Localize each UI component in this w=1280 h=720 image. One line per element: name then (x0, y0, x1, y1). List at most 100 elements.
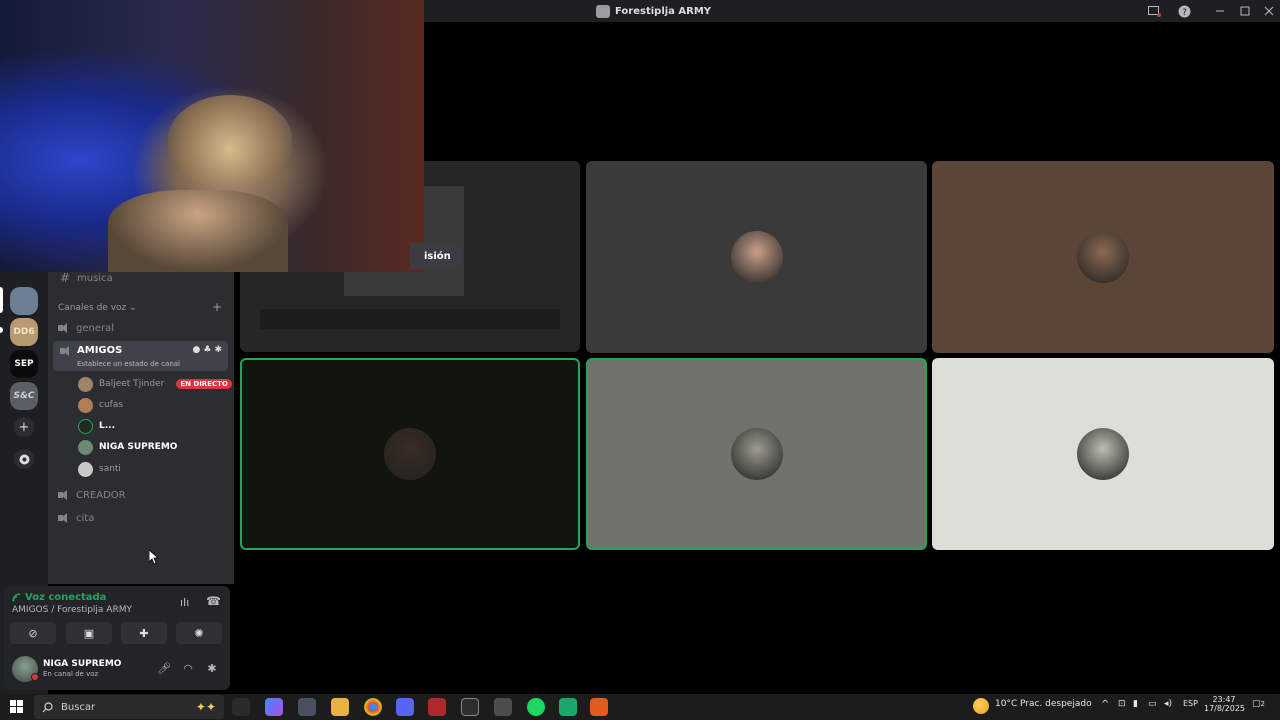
minimize-icon[interactable] (1212, 3, 1228, 19)
avatar (78, 418, 93, 434)
camera-off-icon: ⊘ (28, 626, 38, 640)
avatar (78, 397, 93, 413)
voice-panel: Voz conectada AMIGOS / Forestiplja ARMY … (4, 586, 230, 690)
avatar (1077, 428, 1129, 480)
server-icon-dd6[interactable]: DD6 (10, 318, 38, 346)
discover-icon[interactable] (14, 449, 34, 469)
chrome-icon[interactable] (364, 698, 382, 716)
signal-icon (12, 593, 21, 602)
server-logo-icon (596, 4, 610, 18)
search-highlight-icon: ✦✦ (195, 700, 216, 714)
volume-icon[interactable]: ◂) (1164, 699, 1172, 709)
capcut-active-icon[interactable] (590, 698, 608, 716)
notifications-icon[interactable]: ▢2 (1252, 699, 1265, 709)
noise-suppression-icon[interactable]: ıIı (180, 596, 189, 609)
server-icon-sep[interactable]: SEP (10, 350, 38, 378)
add-server-icon[interactable]: + (14, 417, 34, 437)
windows-start-icon[interactable] (10, 700, 23, 713)
language-indicator[interactable]: ESP (1183, 699, 1198, 708)
discord-icon[interactable] (396, 698, 414, 716)
spotify-icon[interactable] (527, 698, 545, 716)
webcam-subject (108, 190, 288, 272)
mouse-cursor-icon (149, 550, 159, 565)
voice-member[interactable]: NIGA SUPREMO (78, 438, 177, 456)
channel-general[interactable]: general (58, 318, 114, 338)
live-badge: EN DIRECTO (176, 379, 232, 389)
hash-icon: # (59, 271, 71, 285)
participant-tile[interactable] (932, 161, 1274, 353)
app-icon[interactable] (298, 698, 316, 716)
stream-preview (260, 309, 560, 329)
server-icon[interactable] (10, 287, 38, 315)
avatar (1077, 231, 1129, 283)
avatar (730, 428, 783, 480)
avatar (730, 231, 783, 283)
windows-taskbar: Buscar ✦✦ 10°C Prac. despejado ^ ⊡ ▮ ▭ ◂… (0, 694, 1280, 720)
avatar (384, 428, 436, 480)
screen-share-button[interactable]: ▣ (66, 622, 112, 644)
server-selected-indicator (0, 287, 3, 313)
gear-icon[interactable]: ✱ (214, 345, 222, 355)
webcam-overlay (0, 0, 424, 272)
clock-date: 17/8/2025 (1204, 704, 1246, 713)
voice-location[interactable]: AMIGOS / Forestiplja ARMY (12, 605, 132, 615)
invite-icon[interactable]: ♣ (203, 345, 211, 355)
close-icon[interactable] (1261, 3, 1277, 19)
soundboard-button[interactable]: ✺ (176, 622, 222, 644)
weather-desc[interactable]: Prac. despejado (1020, 699, 1092, 709)
inbox-icon[interactable] (1146, 3, 1162, 19)
file-explorer-icon[interactable] (331, 698, 349, 716)
channel-actions: ● ♣ ✱ (193, 345, 222, 355)
app-icon[interactable] (494, 698, 512, 716)
discord-window: Forestiplja ARMY ? DD6 SEP S&C + # music… (0, 0, 1280, 720)
clock-time: 23:47 (1212, 695, 1236, 704)
headphones-icon[interactable]: ◠ (180, 660, 196, 676)
taskbar-search[interactable]: Buscar ✦✦ (34, 695, 224, 719)
speaker-icon (58, 513, 70, 523)
task-view-icon[interactable] (232, 698, 250, 716)
camera-toggle-button[interactable]: ⊘ (10, 622, 56, 644)
add-channel-icon[interactable]: + (212, 300, 222, 314)
participant-tile-speaking[interactable] (240, 358, 580, 550)
activities-button[interactable]: ✚ (121, 622, 167, 644)
speaker-icon (60, 346, 72, 356)
channel-creador[interactable]: CREADOR (58, 485, 126, 505)
weather-icon[interactable] (973, 698, 989, 714)
participant-tile[interactable] (586, 161, 927, 353)
participant-tile-speaking[interactable] (586, 358, 927, 550)
disconnect-icon[interactable]: ☎ (206, 594, 221, 608)
channel-status-text[interactable]: Establece un estado de canal (77, 360, 180, 368)
voice-member[interactable]: cufas (78, 396, 123, 414)
server-unread-indicator (0, 327, 3, 333)
stream-label[interactable]: isión (410, 243, 463, 269)
speaker-icon (58, 490, 70, 500)
clock[interactable]: 23:47 17/8/2025 (1204, 695, 1246, 713)
chevron-up-icon[interactable]: ^ (1101, 699, 1109, 710)
maximize-icon[interactable] (1237, 3, 1253, 19)
voice-member[interactable]: Baljeet Tjinder EN DIRECTO (78, 375, 232, 393)
screen-share-icon: ▣ (83, 626, 95, 640)
capcut-icon[interactable] (461, 698, 479, 716)
server-icon-sc[interactable]: S&C (10, 382, 38, 410)
gear-icon[interactable]: ✱ (204, 660, 220, 676)
webcam-subject (168, 95, 292, 185)
microphone-icon[interactable]: 🎤︎ (156, 660, 172, 676)
app-icon[interactable] (559, 698, 577, 716)
microphone-icon[interactable]: ▮ (1133, 699, 1138, 709)
soundboard-icon: ✺ (194, 626, 204, 640)
weather-temp[interactable]: 10°C (995, 699, 1017, 709)
voice-category-header[interactable]: Canales de voz ⌄ (58, 303, 137, 313)
help-icon[interactable]: ? (1176, 3, 1192, 19)
voice-connected-status[interactable]: Voz conectada (12, 592, 106, 603)
channel-amigos[interactable]: AMIGOS Establece un estado de canal ● ♣ … (53, 341, 228, 371)
channel-cita[interactable]: cita (58, 508, 94, 528)
network-icon[interactable]: ▭ (1148, 699, 1157, 709)
copilot-icon[interactable] (265, 698, 283, 716)
participant-tile[interactable] (932, 358, 1274, 550)
voice-member[interactable]: L... (78, 417, 115, 435)
app-icon[interactable] (428, 698, 446, 716)
chat-icon[interactable]: ● (193, 345, 201, 355)
search-icon (42, 701, 53, 712)
voice-member[interactable]: santi (78, 460, 121, 478)
tray-app-icon[interactable]: ⊡ (1118, 699, 1126, 709)
